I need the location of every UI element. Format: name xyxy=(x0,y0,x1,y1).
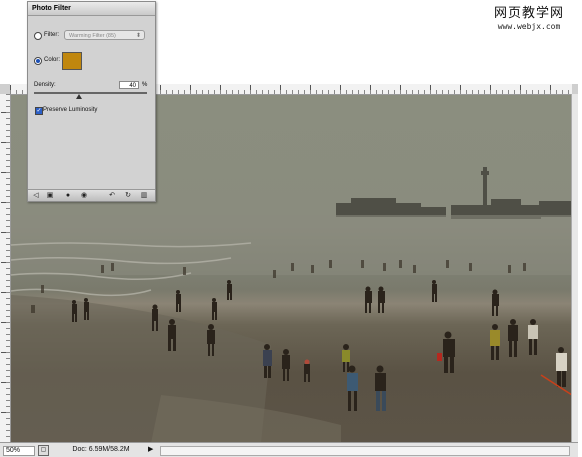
panel-title[interactable]: Photo Filter xyxy=(28,2,155,16)
watermark-title: 网页教学网 xyxy=(493,6,564,21)
density-unit: % xyxy=(142,82,148,88)
select-arrows-icon: ⬍ xyxy=(135,33,141,39)
previous-state-icon[interactable]: ↶ xyxy=(108,192,116,199)
trash-icon[interactable]: ▥ xyxy=(140,192,148,199)
preserve-luminosity-checkbox[interactable]: ✓ xyxy=(35,107,43,115)
visibility-circle-icon[interactable]: ● xyxy=(64,192,72,199)
panel-footer: ◁ ▣ ● ◉ ↶ ↻ ▥ xyxy=(28,189,155,201)
vertical-scrollbar[interactable] xyxy=(571,94,578,443)
color-label: Color: xyxy=(44,57,61,63)
filter-select[interactable]: Warming Filter (85) ⬍ xyxy=(64,30,145,40)
filter-select-value: Warming Filter (85) xyxy=(69,33,116,39)
vertical-ruler[interactable] xyxy=(0,94,11,443)
zoom-field[interactable]: 50% xyxy=(3,446,35,456)
density-slider[interactable] xyxy=(34,92,147,94)
preserve-luminosity-label: Preserve Luminosity xyxy=(43,107,98,113)
status-doc-icon[interactable]: ▢ xyxy=(38,445,49,456)
filter-radio[interactable] xyxy=(34,32,42,40)
town-skyline xyxy=(336,167,572,219)
watermark: 网页教学网 www.webjx.com xyxy=(484,6,574,32)
density-slider-thumb[interactable] xyxy=(76,94,83,99)
reset-icon[interactable]: ↻ xyxy=(124,192,132,199)
density-label: Density: xyxy=(34,82,56,88)
eye-icon[interactable]: ◉ xyxy=(80,192,88,199)
filter-label: Filter: xyxy=(44,32,59,38)
watermark-url: www.webjx.com xyxy=(497,22,561,31)
horizontal-scrollbar[interactable] xyxy=(160,446,570,456)
layer-clip-icon[interactable]: ▣ xyxy=(46,192,54,199)
status-menu-arrow-icon[interactable]: ▶ xyxy=(148,445,156,455)
density-input[interactable]: 40 xyxy=(119,81,139,89)
color-swatch[interactable] xyxy=(62,52,82,70)
status-bar: 50% ▢ Doc: 6.59M/58.2M ▶ xyxy=(0,442,578,457)
back-arrow-icon[interactable]: ◁ xyxy=(32,192,40,199)
color-radio[interactable] xyxy=(34,57,42,65)
photo-filter-panel: Photo Filter Filter: Warming Filter (85)… xyxy=(27,1,156,202)
doc-size-info: Doc: 6.59M/58.2M xyxy=(72,446,130,453)
